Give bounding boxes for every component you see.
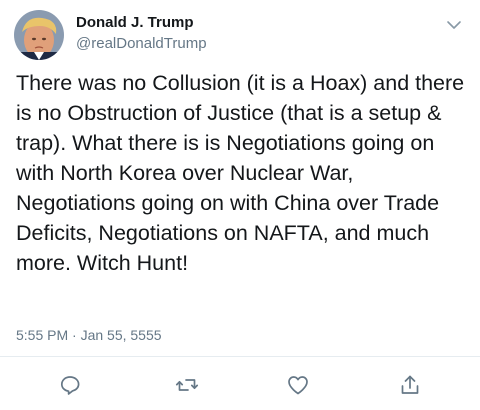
avatar[interactable] <box>14 10 64 60</box>
share-icon <box>401 375 419 394</box>
chevron-down-icon[interactable] <box>446 18 462 30</box>
share-button[interactable] <box>398 373 422 397</box>
reply-button[interactable] <box>58 373 82 397</box>
tweet-text: There was no Collusion (it is a Hoax) an… <box>16 71 465 275</box>
reply-icon <box>60 376 80 395</box>
retweet-button[interactable] <box>175 373 199 397</box>
tweet-timestamp[interactable]: 5:55 PM · Jan 55, 5555 <box>16 326 162 344</box>
avatar-image <box>14 10 64 60</box>
heart-icon <box>288 376 308 395</box>
tweet-card: Donald J. Trump @realDonaldTrump There w… <box>0 0 480 410</box>
display-name[interactable]: Donald J. Trump <box>76 14 207 32</box>
user-handle[interactable]: @realDonaldTrump <box>76 34 207 54</box>
retweet-icon <box>175 379 199 391</box>
tweet-header: Donald J. Trump @realDonaldTrump <box>14 10 466 66</box>
divider <box>0 356 480 357</box>
user-info: Donald J. Trump @realDonaldTrump <box>76 14 207 54</box>
like-button[interactable] <box>286 373 310 397</box>
tweet-actions <box>0 370 480 400</box>
